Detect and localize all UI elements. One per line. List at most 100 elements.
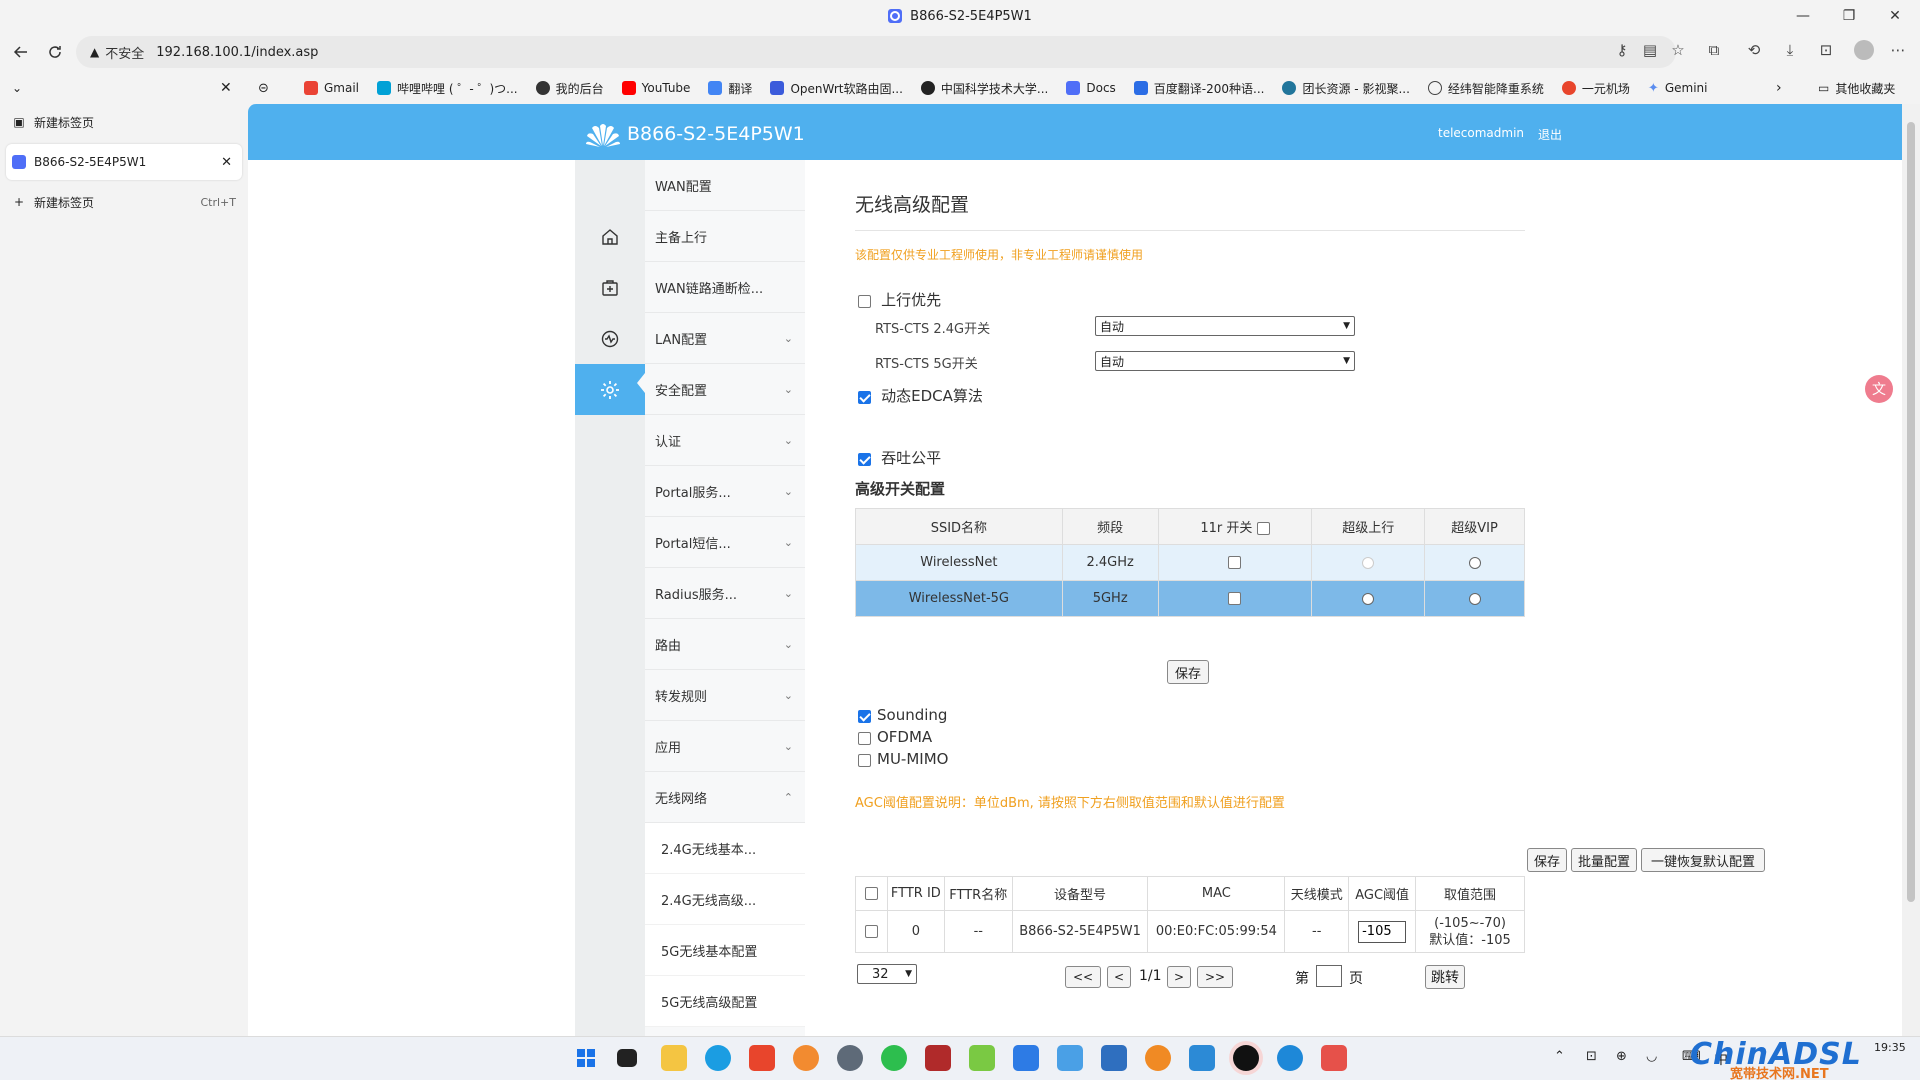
config-module[interactable] [575,364,645,415]
wechat-icon[interactable] [881,1045,907,1071]
bookmark-yiyuan[interactable]: 一元机场 [1561,80,1630,97]
app-blue-icon[interactable] [1101,1045,1127,1071]
submenu-5g-advanced[interactable]: 5G无线高级配置 [645,976,805,1027]
table-row[interactable]: WirelessNet 2.4GHz [855,544,1525,581]
close-tab-icon[interactable]: ✕ [221,155,232,170]
table-row[interactable]: WirelessNet-5G 5GHz [855,580,1525,617]
super-vip-radio[interactable] [1468,592,1481,605]
11r-checkbox[interactable] [1228,556,1242,569]
rts-24g-select[interactable]: 自动 ▼ [1095,316,1355,336]
restore-default-button[interactable]: 一键恢复默认配置 [1641,848,1765,872]
restore-button[interactable]: ❐ [1826,0,1872,32]
menu-forwarding[interactable]: 转发规则 ⌄ [645,670,805,721]
remote-desktop-icon[interactable] [1057,1045,1083,1071]
current-user-link[interactable]: telecomadmin [1438,126,1524,140]
next-page-button[interactable]: > [1167,966,1191,988]
prev-page-button[interactable]: < [1107,966,1131,988]
bookmark-tuanzhang[interactable]: 团长资源 - 影视聚... [1282,80,1410,97]
bookmark-openwrt[interactable]: OpenWrt软路由固... [770,80,903,97]
menu-routing[interactable]: 路由 ⌄ [645,619,805,670]
sounding-checkbox[interactable] [858,710,871,723]
screenshot-icon[interactable]: ⊡ [1812,36,1840,64]
menu-wan-link-detect[interactable]: WAN链路通断检... [645,262,805,313]
edge-browser-icon[interactable] [705,1045,731,1071]
submenu-24g-advanced[interactable]: 2.4G无线高级... [645,874,805,925]
throughput-fair-checkbox[interactable] [858,453,871,466]
first-page-button[interactable]: << [1065,966,1101,988]
side-tab-router[interactable]: B866-S2-5E4P5W1 ✕ [6,144,242,180]
select-all-checkbox[interactable] [864,887,878,900]
save-advanced-button[interactable]: 保存 [1167,660,1209,684]
submenu-5g-basic[interactable]: 5G无线基本配置 [645,925,805,976]
bookmark-gemini[interactable]: ✦ Gemini [1648,81,1708,96]
profile-avatar[interactable] [1850,36,1878,64]
agc-save-button[interactable]: 保存 [1527,848,1567,872]
photos-icon[interactable] [793,1045,819,1071]
tab-actions-icon[interactable]: ⊝ [258,81,269,96]
super-uplink-radio[interactable] [1362,592,1375,605]
device-module[interactable] [575,262,645,313]
tray-app-icon[interactable]: ⊡ [1586,1049,1597,1064]
menu-auth[interactable]: 认证 ⌄ [645,415,805,466]
menu-portal-sms[interactable]: Portal短信... ⌄ [645,517,805,568]
back-button[interactable] [4,35,38,69]
unpin-icon[interactable]: ✕ [220,80,232,96]
page-number-input[interactable] [1316,965,1342,987]
qq-icon[interactable] [1233,1045,1259,1071]
clock-time[interactable]: 19:35 [1874,1041,1906,1054]
logout-link[interactable]: 退出 [1538,126,1562,143]
key-icon[interactable]: ⚷ [1608,36,1636,64]
menu-wan[interactable]: WAN配置 [645,160,805,211]
jump-button[interactable]: 跳转 [1425,965,1465,989]
bookmark-docs[interactable]: Docs [1066,81,1116,95]
menu-application[interactable]: 应用 ⌄ [645,721,805,772]
reader-icon[interactable]: ▤ [1636,36,1664,64]
page-size-select[interactable]: 32 ▼ [857,964,917,984]
reload-button[interactable] [38,35,72,69]
collapse-chevron-icon[interactable]: ⌄ [12,81,22,95]
snipping-tool-icon[interactable] [1321,1045,1347,1071]
uplink-priority-checkbox[interactable] [858,295,871,308]
search-tool-icon[interactable] [1145,1045,1171,1071]
edca-checkbox[interactable] [858,391,871,404]
extensions-icon[interactable]: ⧉ [1700,36,1728,64]
dollar-app-icon[interactable] [1277,1045,1303,1071]
last-page-button[interactable]: >> [1197,966,1233,988]
settings-gear-icon[interactable] [837,1045,863,1071]
menu-security[interactable]: 安全配置 ⌄ [645,364,805,415]
start-windows-icon[interactable] [573,1045,599,1071]
favorite-star-icon[interactable]: ☆ [1664,36,1692,64]
tray-chevron-up-icon[interactable]: ⌃ [1554,1049,1565,1064]
bookmark-translate[interactable]: 翻译 [708,80,752,97]
monitor-module[interactable] [575,313,645,364]
agc-threshold-input[interactable] [1358,920,1407,943]
wps-icon[interactable] [749,1045,775,1071]
11r-all-checkbox[interactable] [1256,522,1270,535]
11r-checkbox[interactable] [1228,592,1242,605]
file-explorer-icon[interactable] [661,1045,687,1071]
task-view-icon[interactable] [617,1049,637,1067]
submenu-24g-basic[interactable]: 2.4G无线基本... [645,823,805,874]
menu-lan[interactable]: LAN配置 ⌄ [645,313,805,364]
shield-icon[interactable] [1013,1045,1039,1071]
close-window-button[interactable]: ✕ [1872,0,1918,32]
menu-radius[interactable]: Radius服务... ⌄ [645,568,805,619]
super-vip-radio[interactable] [1468,556,1481,569]
menu-wireless[interactable]: 无线网络 ⌃ [645,772,805,823]
bookmark-ustc[interactable]: 中国科学技术大学... [920,80,1048,97]
page-scrollbar[interactable] [1902,104,1920,1036]
history-icon[interactable]: ⟲ [1740,36,1768,64]
bookmark-other-folder[interactable]: ▭ 其他收藏夹 [1818,80,1895,97]
address-bar[interactable]: ▲ 不安全 192.168.100.1/index.asp [76,36,1676,68]
bookmark-jingwei[interactable]: 经纬智能降重系统 [1427,80,1544,97]
home-module[interactable] [575,211,645,262]
tray-wifi-icon[interactable]: ◡ [1646,1049,1657,1064]
menu-primary-backup-uplink[interactable]: 主备上行 [645,211,805,262]
bookmarks-overflow-chevron-icon[interactable]: › [1776,80,1782,96]
ofdma-checkbox[interactable] [858,732,871,745]
rts-5g-select[interactable]: 自动 ▼ [1095,351,1355,371]
download-icon[interactable]: ⤓ [1776,36,1804,64]
bookmark-baidu-translate[interactable]: 百度翻译-200种语... [1133,80,1264,97]
bookmark-youtube[interactable]: YouTube [621,81,690,95]
mumimo-checkbox[interactable] [858,754,871,767]
